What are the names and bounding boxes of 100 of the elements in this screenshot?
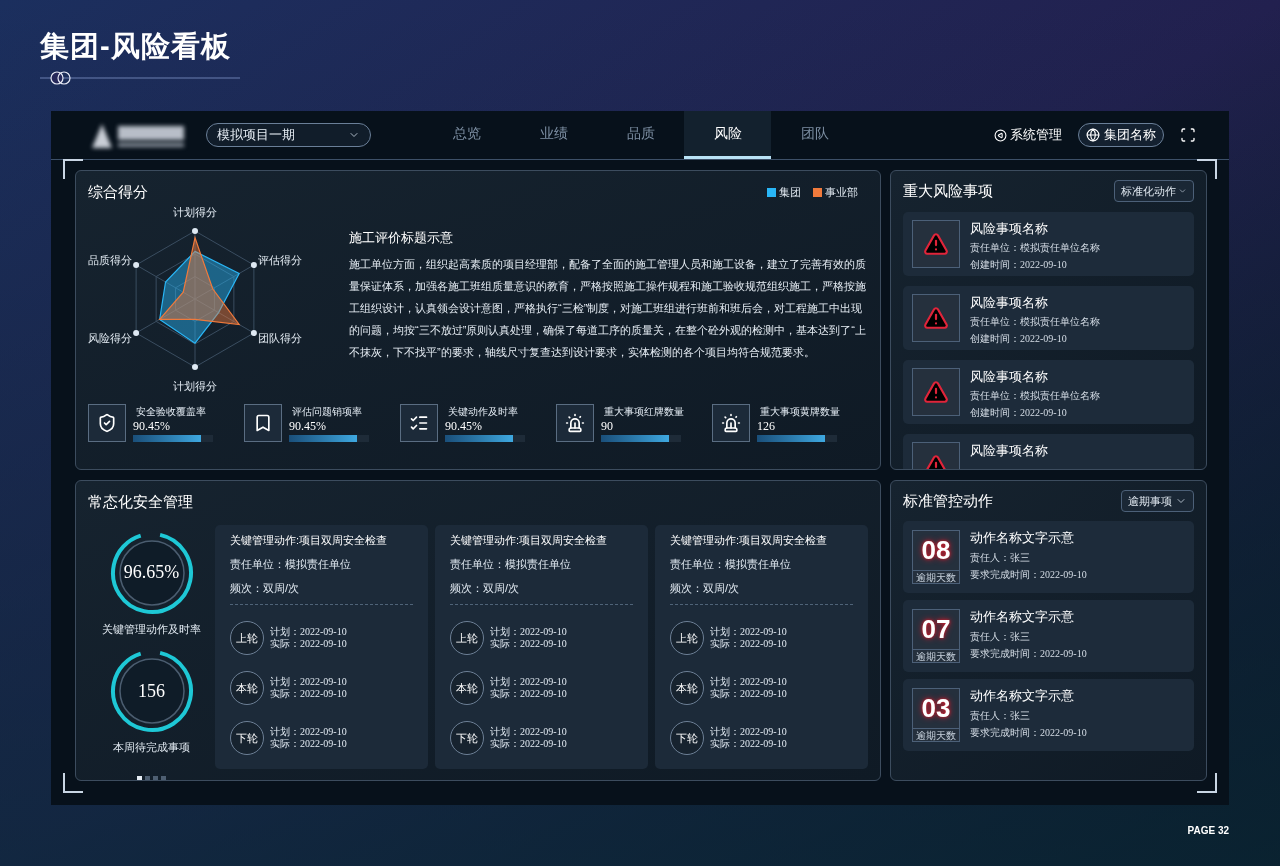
legend-label: 集团	[779, 185, 801, 200]
kpi-value: 90	[601, 418, 614, 433]
frequency-text: 频次：双周/次	[230, 580, 301, 596]
actual-date: 实际：2022-09-10	[710, 638, 787, 650]
kpi-value: 90.45%	[445, 418, 483, 433]
kpi-value: 90.45%	[289, 418, 327, 433]
overdue-label: 逾期天数	[913, 727, 959, 742]
kpi-label: 重大事项黄牌数量	[759, 404, 840, 419]
panel-title: 重大风险事项	[903, 181, 993, 201]
due-date: 要求完成时间：2022-09-10	[970, 646, 1087, 661]
kpi-label: 安全验收覆盖率	[135, 404, 207, 419]
nav-tab[interactable]: 业绩	[510, 111, 597, 159]
round-badge: 本轮	[670, 671, 704, 705]
project-select[interactable]: 模拟项目一期	[206, 123, 371, 147]
plan-date: 计划：2022-09-10	[710, 726, 787, 738]
owner-text: 责任人：张三	[970, 550, 1031, 565]
frequency-text: 频次：双周/次	[450, 580, 521, 596]
overdue-days: 03	[913, 688, 959, 728]
actual-date: 实际：2022-09-10	[490, 638, 567, 650]
axis-label: 评估得分	[258, 253, 302, 266]
nav-tab[interactable]: 品质	[597, 111, 684, 159]
actual-date: 实际：2022-09-10	[270, 738, 347, 750]
risk-item[interactable]: 风险事项名称	[903, 433, 1194, 469]
risk-item[interactable]: 风险事项名称 责任单位：模拟责任单位名称 创建时间：2022-09-10	[903, 285, 1194, 350]
page-number: PAGE 32	[1187, 824, 1229, 838]
risk-unit: 责任单位：模拟责任单位名称	[970, 314, 1100, 329]
round-badge: 下轮	[450, 721, 484, 755]
nav-tab[interactable]: 总览	[423, 111, 510, 159]
overdue-days: 08	[913, 530, 959, 570]
shield-icon	[97, 412, 117, 433]
ring-gauge-icon	[109, 530, 194, 615]
kpi-label: 评估问题销项率	[291, 404, 363, 419]
due-date: 要求完成时间：2022-09-10	[970, 567, 1087, 582]
risk-name: 风险事项名称	[970, 367, 1049, 386]
action-name: 动作名称文字示意	[970, 607, 1075, 626]
axis-label: 计划得分	[173, 379, 217, 392]
round-badge: 下轮	[670, 721, 704, 755]
risk-unit: 责任单位：模拟责任单位名称	[970, 388, 1100, 403]
control-item[interactable]: 03 逾期天数 动作名称文字示意 责任人：张三 要求完成时间：2022-09-10	[903, 678, 1194, 751]
control-item[interactable]: 07 逾期天数 动作名称文字示意 责任人：张三 要求完成时间：2022-09-10	[903, 599, 1194, 672]
overdue-days: 07	[913, 609, 959, 649]
responsible-unit: 责任单位：模拟责任单位	[230, 557, 352, 572]
filter-dropdown[interactable]: 标准化动作	[1114, 180, 1194, 203]
round-badge: 本轮	[230, 671, 264, 705]
fullscreen-icon[interactable]	[1180, 127, 1196, 143]
due-date: 要求完成时间：2022-09-10	[970, 725, 1087, 740]
article-body: 施工单位方面，组织起高素质的项目经理部，配备了全面的施工管理人员和施工设备，建立了完善有效的质量保证体系，加强各施工班组质量意识的教育，严格按照施工操作规程和施工验收规范组织施工，严格按施工组织设计，认真领会设计意图，严格执行“三检”制度，对施工班组进行班前和班后会，对工程施工中出现的问题，均按“三不放过”原则认真处理，确保了每道工序的质量关，在整个砼外观的检测中，基本达到了“上不抹灰，下不找平”的要求，轴线尺寸复查达到设计要求，实体检测的各个项目均符合规范要求。	[349, 257, 867, 360]
action-title: 关键管理动作:项目双周安全检查	[450, 532, 609, 548]
risk-date: 创建时间：2022-09-10	[970, 405, 1068, 420]
round-badge: 上轮	[230, 621, 264, 655]
risk-name: 风险事项名称	[970, 219, 1049, 238]
action-name: 动作名称文字示意	[970, 528, 1075, 547]
plan-date: 计划：2022-09-10	[270, 676, 347, 688]
kpi-label: 重大事项红牌数量	[603, 404, 684, 419]
nav-tab[interactable]: 风险	[684, 111, 771, 159]
action-title: 关键管理动作:项目双周安全检查	[230, 532, 389, 548]
actual-date: 实际：2022-09-10	[490, 738, 567, 750]
round-badge: 下轮	[230, 721, 264, 755]
siren-icon	[565, 412, 585, 433]
filter-dropdown[interactable]: 逾期事项	[1121, 490, 1194, 513]
plan-date: 计划：2022-09-10	[710, 626, 787, 638]
frequency-text: 频次：双周/次	[670, 580, 741, 596]
risk-date: 创建时间：2022-09-10	[970, 331, 1068, 346]
panel-title: 综合得分	[88, 182, 148, 202]
owner-text: 责任人：张三	[970, 708, 1031, 723]
risk-name: 风险事项名称	[970, 293, 1049, 312]
ring-gauge-icon	[109, 649, 194, 733]
actual-date: 实际：2022-09-10	[710, 688, 787, 700]
axis-label: 团队得分	[258, 331, 302, 344]
kpi-value: 126	[757, 418, 776, 433]
overdue-label: 逾期天数	[913, 569, 959, 584]
axis-label: 计划得分	[173, 205, 217, 218]
risk-item[interactable]: 风险事项名称 责任单位：模拟责任单位名称 创建时间：2022-09-10	[903, 211, 1194, 276]
plan-date: 计划：2022-09-10	[490, 626, 567, 638]
play-icon	[994, 128, 1007, 142]
risk-date: 创建时间：2022-09-10	[970, 257, 1068, 272]
bookmark-icon	[253, 412, 273, 433]
legend-label: 事业部	[825, 185, 858, 200]
overdue-label: 逾期天数	[913, 648, 959, 663]
plan-date: 计划：2022-09-10	[710, 676, 787, 688]
ring-value: 156	[138, 679, 165, 703]
warning-icon	[923, 378, 949, 405]
nav-tab[interactable]: 团队	[771, 111, 858, 159]
risk-unit: 责任单位：模拟责任单位名称	[970, 240, 1100, 255]
title-underline-icon	[40, 70, 240, 86]
actual-date: 实际：2022-09-10	[710, 738, 787, 750]
risk-name: 风险事项名称	[970, 441, 1048, 460]
owner-text: 责任人：张三	[970, 629, 1031, 644]
org-button[interactable]: 集团名称	[1078, 123, 1164, 147]
kpi-label: 关键动作及时率	[447, 404, 519, 419]
control-item[interactable]: 08 逾期天数 动作名称文字示意 责任人：张三 要求完成时间：2022-09-10	[903, 520, 1194, 593]
article-title: 施工评价标题示意	[349, 228, 454, 247]
warning-icon	[923, 230, 949, 257]
round-badge: 上轮	[450, 621, 484, 655]
action-title: 关键管理动作:项目双周安全检查	[670, 532, 829, 548]
responsible-unit: 责任单位：模拟责任单位	[450, 557, 572, 572]
plan-date: 计划：2022-09-10	[270, 626, 347, 638]
warning-icon	[923, 304, 949, 331]
system-link[interactable]: 系统管理	[994, 125, 1062, 145]
risk-item[interactable]: 风险事项名称 责任单位：模拟责任单位名称 创建时间：2022-09-10	[903, 359, 1194, 424]
